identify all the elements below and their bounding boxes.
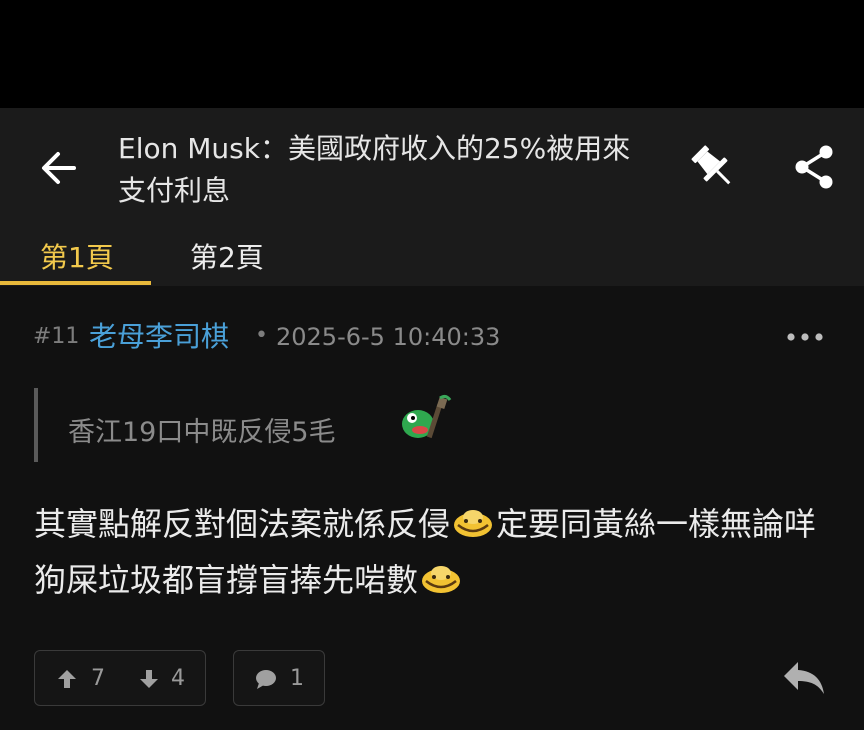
comment-button[interactable]: 1 [233, 650, 325, 706]
tab-page-1[interactable]: 第1頁 [40, 238, 114, 278]
downvote-count: 4 [171, 666, 185, 691]
more-options-button[interactable] [784, 322, 828, 352]
sweat-emoji-icon [452, 500, 494, 537]
upvote-count: 7 [91, 666, 105, 691]
upvote-button[interactable] [55, 667, 79, 691]
status-bar-area [0, 0, 864, 108]
thread-title: Elon Musk：美國政府收入的25%被用來支付利息 [118, 132, 631, 207]
comment-bubble-icon [254, 667, 278, 691]
vote-box: 7 4 [34, 650, 206, 706]
downvote-button[interactable] [137, 667, 161, 691]
more-dots-icon [787, 333, 823, 341]
active-tab-indicator [0, 281, 151, 285]
reply-arrow-icon [784, 662, 824, 694]
pin-button[interactable] [686, 140, 740, 194]
arrow-up-icon [58, 670, 76, 688]
quoted-text: 香江19口中既反侵5毛 [68, 417, 336, 448]
quote-bar [34, 388, 38, 462]
reply-button[interactable] [778, 656, 830, 700]
tab-page-2[interactable]: 第2頁 [190, 238, 264, 278]
pin-icon [691, 145, 731, 185]
arrow-left-icon [42, 152, 76, 184]
post-timestamp: 2025-6-5 10:40:33 [276, 323, 501, 351]
share-button[interactable] [790, 142, 838, 192]
floor-number: #11 [33, 324, 80, 349]
meta-separator: • [255, 323, 268, 348]
share-icon [795, 145, 833, 189]
sweat-emoji-icon [420, 556, 462, 593]
post-body: 其實點解反對個法案就係反侵 定要同黃絲一樣無論咩狗屎垃圾都盲撐盲捧先啱數 [34, 496, 824, 608]
comment-count: 1 [290, 666, 304, 691]
post-body-part-1: 其實點解反對個法案就係反侵 [34, 505, 451, 543]
author-name[interactable]: 老母李司棋 [89, 318, 229, 356]
arrow-down-icon [140, 670, 158, 688]
back-button[interactable] [36, 145, 82, 191]
gun-dinosaur-emoji-icon [398, 394, 460, 446]
